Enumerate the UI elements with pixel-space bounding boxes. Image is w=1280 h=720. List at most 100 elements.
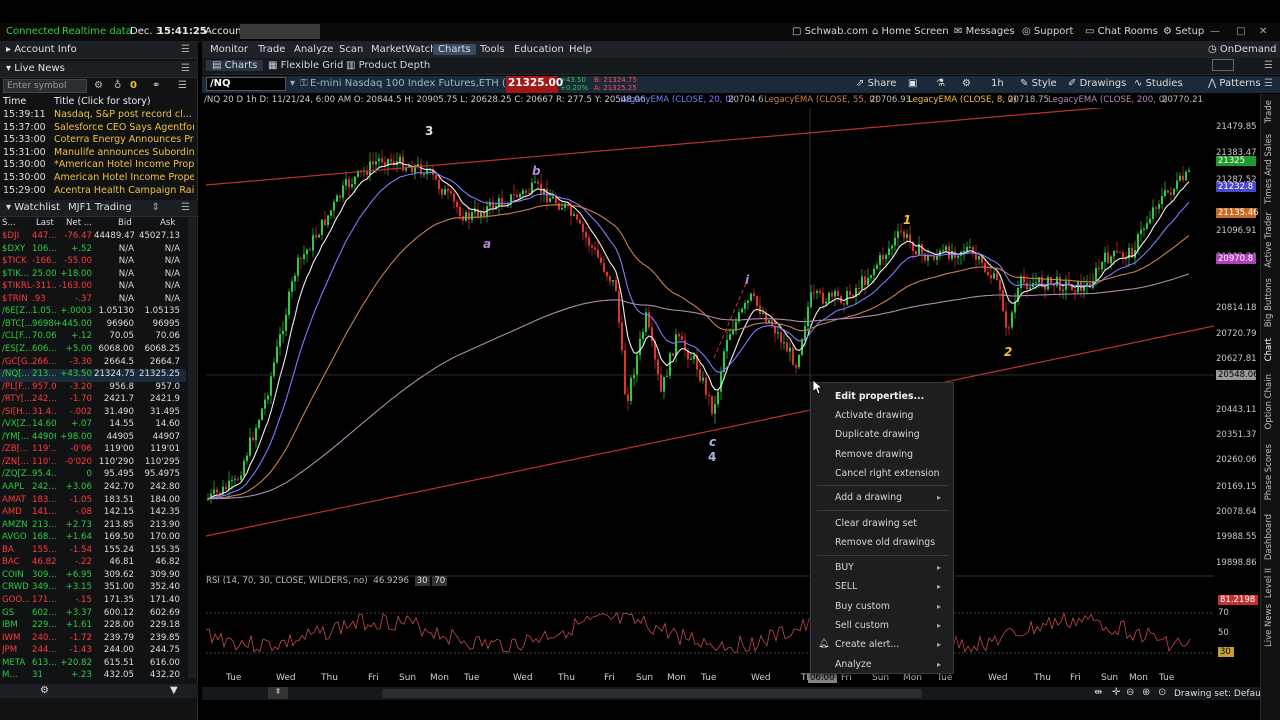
news-item[interactable]: 15:31:00 Manulife announces Subordin...: [0, 147, 198, 160]
menu-analyze[interactable]: Analyze: [835, 659, 872, 670]
menu-duplicate-drawing[interactable]: Duplicate drawing: [835, 429, 920, 440]
time-scrollbar[interactable]: [382, 689, 922, 698]
news-item[interactable]: 15:30:00 American Hotel Income Proper...: [0, 172, 198, 185]
side-tab-live-news[interactable]: Live News: [1264, 604, 1274, 647]
side-tab-active-trader[interactable]: Active Trader: [1264, 212, 1274, 268]
menu-remove-drawing[interactable]: Remove drawing: [835, 449, 913, 460]
side-tab-level-ii[interactable]: Level II: [1264, 568, 1274, 598]
chevron-down-icon[interactable]: ▾: [290, 78, 295, 89]
watchlist-row[interactable]: /BTC[...96980+445.009696096995: [0, 319, 186, 332]
home-screen-link[interactable]: ⌂ Home Screen: [872, 26, 949, 37]
side-tab-times-and-sales[interactable]: Times And Sales: [1264, 134, 1274, 204]
account-info-header[interactable]: ▸ Account Info ☰: [0, 42, 198, 59]
menu-marketwatch[interactable]: MarketWatch: [371, 44, 437, 55]
account-selector[interactable]: [240, 24, 320, 39]
side-tab-phase-scores[interactable]: Phase Scores: [1264, 444, 1274, 500]
watchlist-row[interactable]: CRWD349....+3.15351.00352.40: [0, 582, 186, 595]
link-icon[interactable]: ⚭: [152, 80, 160, 91]
gear-icon[interactable]: ⚙: [962, 78, 971, 89]
watchlist-row[interactable]: /6E[Z...1.05...+.00031.051301.05135: [0, 306, 186, 319]
wl-col-last[interactable]: Last: [36, 218, 54, 228]
studies-button[interactable]: ∿ Studies: [1134, 78, 1183, 89]
layout-icon[interactable]: [1212, 59, 1234, 71]
gear-icon[interactable]: ⚙: [94, 80, 103, 91]
close-window-button[interactable]: ✕: [1259, 26, 1267, 37]
watchlist-row[interactable]: AMZN213....+2.73213.85213.90: [0, 520, 186, 533]
wl-col-symbol[interactable]: S...: [2, 218, 16, 228]
menu-tools[interactable]: Tools: [480, 44, 505, 55]
alert-icon[interactable]: ♁: [114, 80, 121, 91]
menu-icon[interactable]: ☰: [181, 44, 190, 55]
collapse-down-icon[interactable]: ▼: [170, 685, 178, 696]
watchlist-row[interactable]: /SI[H...31.4...-.00231.49031.495: [0, 407, 186, 420]
news-item[interactable]: 15:37:00 Salesforce CEO Says Agentforc...: [0, 122, 198, 135]
menu-monitor[interactable]: Monitor: [210, 44, 248, 55]
menu-icon[interactable]: ☰: [181, 202, 190, 213]
symbol-search-input[interactable]: Enter symbol: [3, 79, 87, 93]
menu-clear-drawing-set[interactable]: Clear drawing set: [835, 518, 917, 529]
watchlist-row[interactable]: AMD141....-.08142.15142.35: [0, 507, 186, 520]
watchlist-row[interactable]: $TIK... 25.00 +18.00 N/A N/A: [0, 269, 186, 282]
watchlist-row[interactable]: /RTY[... 242... -1.70 2421.7 2421.9: [0, 394, 186, 407]
side-tab-chart[interactable]: Chart: [1264, 338, 1274, 361]
watchlist-row[interactable]: COIN309....+6.95309.62309.90: [0, 570, 186, 583]
wl-col-ask[interactable]: Ask: [160, 218, 175, 228]
side-tab-trade[interactable]: Trade: [1264, 100, 1274, 123]
time-interval[interactable]: 1h: [991, 78, 1004, 89]
subtab-charts[interactable]: ▤ Charts: [206, 60, 264, 71]
minimize-button[interactable]: —: [1210, 26, 1220, 37]
menu-education[interactable]: Education: [514, 44, 564, 55]
watchlist-row[interactable]: /ZQ[Z...95.4...095.49595.4975: [0, 469, 186, 482]
maximize-button[interactable]: □: [1236, 26, 1245, 37]
watchlist-row[interactable]: /PL[F... 957.0 -3.20 956.8 957.0: [0, 382, 186, 395]
side-tab-option-chain[interactable]: Option Chain: [1264, 374, 1274, 429]
subtab-product-depth[interactable]: ▥ Product Depth: [346, 60, 430, 71]
watchlist-row[interactable]: M... 31 +.23 432.05 432.20: [0, 670, 186, 683]
menu-help[interactable]: Help: [569, 44, 592, 55]
menu-charts[interactable]: Charts: [433, 44, 476, 55]
expand-up-icon[interactable]: ⇞: [268, 687, 288, 699]
watchlist-row[interactable]: AVGO168....+1.64169.50170.00: [0, 532, 186, 545]
schwab-link[interactable]: ▢ Schwab.com: [792, 26, 868, 37]
watchlist-row[interactable]: $DXY106....+.52N/AN/A: [0, 244, 186, 257]
pan-icon[interactable]: ⇹: [1094, 687, 1102, 698]
watchlist-row[interactable]: $TICK-166...-55.00N/AN/A: [0, 256, 186, 269]
menu-buy[interactable]: BUY: [835, 562, 854, 573]
ondemand-button[interactable]: ◷ OnDemand: [1208, 44, 1277, 55]
watchlist-row[interactable]: /NQ[... 213... +43.50 21324.75 21325.25: [0, 369, 186, 382]
news-item[interactable]: 15:39:11 Nasdaq, S&P post record cl...: [0, 109, 198, 122]
watchlist-row[interactable]: /ZB[...119'...-0'06119'00119'01: [0, 444, 186, 457]
menu-icon[interactable]: ☰: [1264, 60, 1273, 71]
drawing-set-label[interactable]: Drawing set: Default: [1174, 689, 1267, 699]
subtab-flexible-grid[interactable]: ▦ Flexible Grid: [268, 60, 343, 71]
messages-link[interactable]: ✉ Messages: [954, 26, 1015, 37]
zoom-out-icon[interactable]: ⊖: [1126, 687, 1134, 698]
menu-buy-custom[interactable]: Buy custom: [835, 601, 890, 612]
watchlist-row[interactable]: IWM240....-1.72239.79239.85: [0, 633, 186, 646]
watchlist-row[interactable]: AAPL 242... +3.06 242.70 242.80: [0, 482, 186, 495]
news-item[interactable]: 15:29:00 Acentra Health Campaign Rais...: [0, 185, 198, 198]
watchlist-row[interactable]: GOO...171....-.15171.35171.40: [0, 595, 186, 608]
menu-sell-custom[interactable]: Sell custom: [835, 620, 889, 631]
watchlist-name-dropdown[interactable]: MJF1 Trading: [68, 202, 132, 213]
watchlist-row[interactable]: IBM229....+1.61228.00229.18: [0, 620, 186, 633]
wl-col-bid[interactable]: Bid: [118, 218, 132, 228]
watchlist-row[interactable]: $TIKRL-311...-163.00N/AN/A: [0, 281, 186, 294]
news-item[interactable]: 15:30:00 *American Hotel Income Prop...: [0, 159, 198, 172]
price-axis[interactable]: 21479.8521383.4721287.5221096.9121002.34…: [1214, 108, 1260, 580]
menu-sell[interactable]: SELL: [835, 581, 857, 592]
watchlist-scrollbar[interactable]: [188, 218, 196, 678]
watchlist-row[interactable]: META613....+20.82615.51616.00: [0, 658, 186, 671]
watchlist-row[interactable]: /ES[Z... 606... +5.00 6068.00 6068.25: [0, 344, 186, 357]
menu-scan[interactable]: Scan: [339, 44, 363, 55]
chat-rooms-link[interactable]: ▭ Chat Rooms: [1085, 26, 1158, 37]
watchlist-row[interactable]: $TRIN .93 -.37 N/A N/A: [0, 294, 186, 307]
watchlist-row[interactable]: $DJI 447... -76.47 44489.47 45027.13: [0, 231, 186, 244]
menu-activate-drawing[interactable]: Activate drawing: [835, 410, 913, 421]
zoom-in-icon[interactable]: ⊕: [1142, 687, 1150, 698]
watchlist-row[interactable]: /CL[F... 70.06 +.12 70.05 70.06: [0, 331, 186, 344]
support-link[interactable]: ◎ Support: [1022, 26, 1073, 37]
watchlist-row[interactable]: /YM[...44906+98.004490544907: [0, 432, 186, 445]
share-button[interactable]: ⇗ Share: [856, 78, 896, 89]
watchlist-row[interactable]: /ZN[...110'...-0'020110'290110'295: [0, 457, 186, 470]
